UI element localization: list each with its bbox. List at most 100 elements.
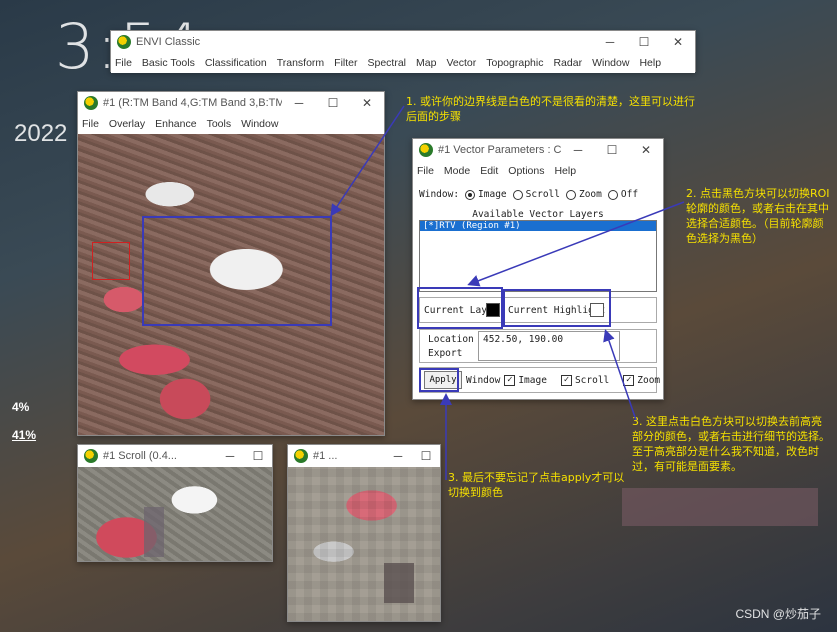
zoom-image-display[interactable]: [288, 467, 440, 621]
scroll-image-display[interactable]: [78, 467, 272, 561]
menu-mode[interactable]: Mode: [444, 165, 470, 177]
menu-file[interactable]: File: [115, 57, 132, 69]
minimize-icon[interactable]: ─: [593, 35, 627, 49]
window-checks-label: Window: [466, 375, 501, 386]
available-layers-label: Available Vector Layers: [472, 209, 604, 220]
image-window-title: #1 (R:TM Band 4,G:TM Band 3,B:TM B...: [103, 97, 282, 109]
menu-filter[interactable]: Filter: [334, 57, 357, 69]
radio-image[interactable]: [465, 189, 476, 200]
menu-vector[interactable]: Vector: [446, 57, 476, 69]
radio-off-label: Off: [620, 189, 639, 200]
list-item[interactable]: [*]RTV (Region #1): [420, 221, 656, 231]
annotation-step2: 2. 点击黑色方块可以切换ROI轮廓的颜色，或者右击在其中选择合适颜色。（目前轮…: [686, 187, 830, 245]
window-label: Window:: [419, 189, 460, 200]
scroll-window-titlebar: #1 Scroll (0.4... ─ ☐: [78, 445, 272, 467]
image-window: #1 (R:TM Band 4,G:TM Band 3,B:TM B... ─ …: [77, 91, 385, 436]
envi-logo-icon: [419, 143, 433, 157]
menu-map[interactable]: Map: [416, 57, 436, 69]
menu-window[interactable]: Window: [241, 118, 278, 130]
envi-logo-icon: [84, 96, 98, 110]
radio-zoom[interactable]: [565, 189, 576, 200]
annotation-step4: 3. 最后不要忘记了点击apply才可以切换到颜色: [448, 471, 625, 499]
pixelated-region: [144, 507, 164, 557]
check-zoom[interactable]: ✓: [623, 375, 635, 386]
current-highlight-color-swatch[interactable]: [590, 303, 604, 317]
menu-overlay[interactable]: Overlay: [109, 118, 145, 130]
check-zoom-label: Zoom: [637, 375, 661, 386]
maximize-icon[interactable]: ☐: [316, 96, 350, 110]
window-checks-row: Window ✓ Image ✓ Scroll ✓ Zoom: [466, 375, 660, 386]
minimize-icon[interactable]: ─: [384, 449, 412, 463]
zoom-satellite-image: [288, 467, 440, 621]
location-group: Location 452.50, 190.00 Export: [419, 329, 657, 363]
menu-help[interactable]: Help: [639, 57, 661, 69]
radio-scroll[interactable]: [512, 189, 523, 200]
check-image-label: Image: [518, 375, 547, 386]
minimize-icon[interactable]: ─: [216, 449, 244, 463]
menu-transform[interactable]: Transform: [277, 57, 324, 69]
redaction-blur: [622, 488, 818, 526]
desktop-stat-2: 41%: [12, 428, 37, 442]
vector-parameters-title: #1 Vector Parameters : C...: [438, 144, 561, 156]
scroll-window: #1 Scroll (0.4... ─ ☐: [77, 444, 273, 562]
check-scroll[interactable]: ✓: [560, 375, 572, 386]
menu-basic-tools[interactable]: Basic Tools: [142, 57, 195, 69]
close-icon[interactable]: ✕: [629, 143, 663, 157]
close-icon[interactable]: ☐: [244, 449, 272, 463]
roi-highlight-box: [142, 216, 332, 326]
menu-topographic[interactable]: Topographic: [486, 57, 543, 69]
radio-image-label: Image: [478, 189, 507, 200]
apply-group: Apply Window ✓ Image ✓ Scroll ✓ Zoom: [419, 367, 660, 393]
menu-spectral[interactable]: Spectral: [368, 57, 407, 69]
image-window-menubar: File Overlay Enhance Tools Window: [78, 114, 384, 134]
annotation-step1: 1. 或许你的边界线是白色的不是很看的清楚，这里可以进行后面的步骤: [406, 95, 695, 123]
zoom-window-title: #1 ...: [313, 450, 338, 462]
vector-parameters-menubar: File Mode Edit Options Help: [413, 161, 663, 181]
window-radio-group: Window: Image Scroll Zoom Off: [419, 189, 638, 200]
menu-classification[interactable]: Classification: [205, 57, 267, 69]
apply-button[interactable]: Apply: [424, 371, 462, 389]
menu-options[interactable]: Options: [508, 165, 544, 177]
radio-zoom-label: Zoom: [578, 189, 602, 200]
close-icon[interactable]: ✕: [350, 96, 384, 110]
zoom-box-indicator: [92, 242, 130, 280]
envi-main-titlebar: ENVI Classic ─ ☐ ✕: [111, 31, 695, 53]
menu-window[interactable]: Window: [592, 57, 629, 69]
location-value: 452.50, 190.00: [478, 331, 620, 361]
pixelated-region: [384, 563, 414, 603]
minimize-icon[interactable]: ─: [561, 143, 595, 157]
envi-logo-icon: [84, 449, 98, 463]
maximize-icon[interactable]: ☐: [627, 35, 661, 49]
export-button[interactable]: Export: [428, 348, 462, 359]
envi-main-title: ENVI Classic: [136, 36, 201, 48]
vector-layers-list[interactable]: [*]RTV (Region #1): [419, 220, 657, 292]
scroll-window-title: #1 Scroll (0.4...: [103, 450, 177, 462]
maximize-icon[interactable]: ☐: [595, 143, 629, 157]
envi-logo-icon: [117, 35, 131, 49]
menu-file[interactable]: File: [82, 118, 99, 130]
check-image[interactable]: ✓: [504, 375, 516, 386]
minimize-icon[interactable]: ─: [282, 96, 316, 110]
check-scroll-label: Scroll: [574, 375, 610, 386]
vector-parameters-titlebar: #1 Vector Parameters : C... ─ ☐ ✕: [413, 139, 663, 161]
envi-main-menubar: File Basic Tools Classification Transfor…: [111, 53, 695, 73]
close-icon[interactable]: ✕: [661, 35, 695, 49]
zoom-window: #1 ... ─ ☐: [287, 444, 441, 622]
maximize-icon[interactable]: ☐: [412, 449, 440, 463]
menu-tools[interactable]: Tools: [207, 118, 232, 130]
location-label: Location: [428, 334, 474, 345]
annotation-step3: 3. 这里点击白色方块可以切换去前高亮部分的颜色，或者右击进行细节的选择。至于高…: [632, 415, 830, 473]
current-layer-color-swatch[interactable]: [486, 303, 500, 317]
zoom-window-titlebar: #1 ... ─ ☐: [288, 445, 440, 467]
vector-parameters-window: #1 Vector Parameters : C... ─ ☐ ✕ File M…: [412, 138, 664, 400]
menu-radar[interactable]: Radar: [553, 57, 582, 69]
radio-off[interactable]: [607, 189, 618, 200]
menu-enhance[interactable]: Enhance: [155, 118, 196, 130]
layer-color-group: Current Layer Current Highlight: [419, 297, 657, 323]
envi-logo-icon: [294, 449, 308, 463]
menu-edit[interactable]: Edit: [480, 165, 498, 177]
envi-main-window: ENVI Classic ─ ☐ ✕ File Basic Tools Clas…: [110, 30, 696, 73]
menu-file[interactable]: File: [417, 165, 434, 177]
menu-help[interactable]: Help: [554, 165, 576, 177]
csdn-watermark: CSDN @炒茄子: [735, 607, 821, 621]
